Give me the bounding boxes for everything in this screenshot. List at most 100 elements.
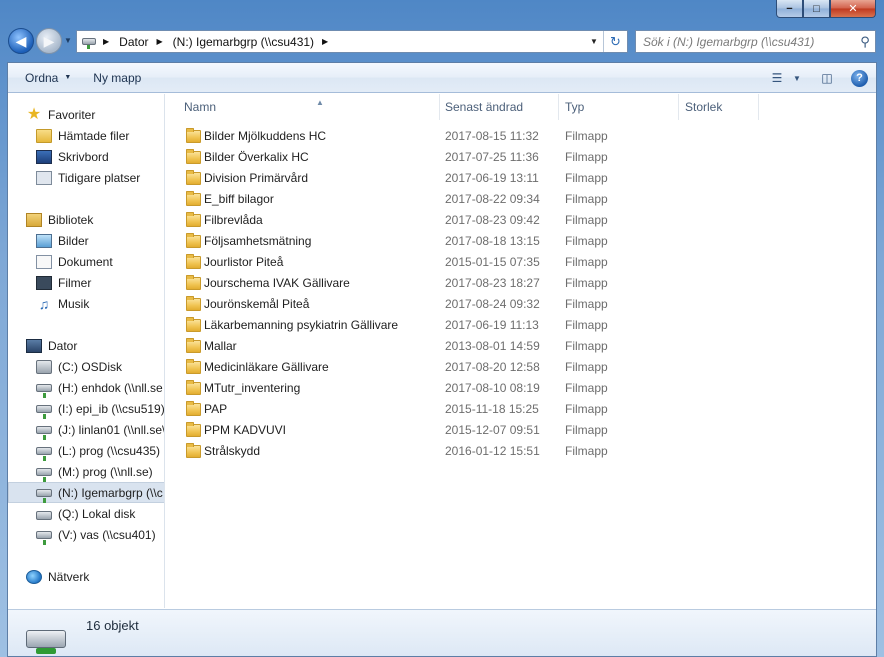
nav-item-desktop[interactable]: Skrivbord xyxy=(36,146,164,167)
star-icon: ★ xyxy=(26,105,42,123)
view-options-dropdown-icon[interactable]: ▼ xyxy=(789,67,805,89)
nav-label: Bilder xyxy=(58,233,89,248)
column-header-size[interactable]: Storlek xyxy=(679,94,759,120)
column-header-type[interactable]: Typ xyxy=(559,94,679,120)
nav-item-drive-q[interactable]: (Q:) Lokal disk xyxy=(36,503,164,524)
item-count: 16 objekt xyxy=(86,618,139,633)
search-input[interactable] xyxy=(636,31,855,52)
preview-pane-icon[interactable]: ◫ xyxy=(815,67,839,89)
file-row[interactable]: E_biff bilagor 2017-08-22 09:34 Filmapp xyxy=(166,189,876,210)
file-modified: 2017-08-22 09:34 xyxy=(445,192,540,206)
organize-label: Ordna xyxy=(25,70,59,85)
file-row[interactable]: Medicinläkare Gällivare 2017-08-20 12:58 F… xyxy=(166,357,876,378)
view-options-icon[interactable]: ☰ xyxy=(765,67,789,89)
folder-icon xyxy=(186,149,201,164)
nav-item-drive-v[interactable]: (V:) vas (\\csu401) xyxy=(36,524,164,545)
back-button[interactable]: ◀ xyxy=(8,28,34,54)
nav-item-downloads[interactable]: Hämtade filer xyxy=(36,125,164,146)
breadcrumb-separator-icon[interactable]: ▶ xyxy=(99,37,115,46)
help-icon[interactable]: ? xyxy=(851,69,868,87)
file-row[interactable]: Följsamhetsmätning 2017-08-18 13:15 Filmap… xyxy=(166,231,876,252)
nav-item-drive-h[interactable]: (H:) enhdok (\\nll.se xyxy=(36,377,164,398)
videos-icon xyxy=(36,275,52,290)
organize-button[interactable]: Ordna ▼ xyxy=(16,63,80,93)
breadcrumb-separator-icon[interactable]: ▶ xyxy=(153,37,169,46)
new-folder-button[interactable]: Ny mapp xyxy=(84,63,150,93)
minimize-button[interactable]: − xyxy=(776,0,803,18)
nav-favorites[interactable]: ★ Favoriter xyxy=(26,104,164,125)
network-drive-icon xyxy=(36,488,52,503)
refresh-icon[interactable]: ↻ xyxy=(603,31,627,52)
maximize-button[interactable]: □ xyxy=(803,0,830,18)
file-row[interactable]: Division Primärvård 2017-06-19 13:11 Filma… xyxy=(166,168,876,189)
nav-item-drive-c[interactable]: (C:) OSDisk xyxy=(36,356,164,377)
file-row[interactable]: PPM KADVUVI 2015-12-07 09:51 Filmapp xyxy=(166,420,876,441)
nav-item-drive-n[interactable]: (N:) Igemarbgrp (\\c xyxy=(8,482,164,503)
search-box[interactable]: ⚲ xyxy=(635,30,876,53)
file-name: PAP xyxy=(204,402,228,416)
file-modified: 2017-08-24 09:32 xyxy=(445,297,540,311)
address-bar[interactable]: ▶ Dator ▶ (N:) Igemarbgrp (\\csu431) ▶ ▼… xyxy=(76,30,628,53)
file-modified: 2016-01-12 15:51 xyxy=(445,444,540,458)
nav-libraries[interactable]: Bibliotek xyxy=(26,209,164,230)
computer-icon xyxy=(26,338,42,353)
network-drive-icon xyxy=(36,404,52,419)
file-modified: 2015-12-07 09:51 xyxy=(445,423,540,437)
network-drive-icon xyxy=(36,383,52,398)
file-row[interactable]: Jourlistor Piteå 2015-01-15 07:35 Filmapp xyxy=(166,252,876,273)
nav-item-documents[interactable]: Dokument xyxy=(36,251,164,272)
nav-item-music[interactable]: ♫ Musik xyxy=(36,293,164,314)
file-type: Filmapp xyxy=(565,234,608,248)
file-row[interactable]: Strålskydd 2016-01-12 15:51 Filmapp xyxy=(166,441,876,462)
nav-item-drive-i[interactable]: (I:) epi_ib (\\csu519) xyxy=(36,398,164,419)
folder-icon xyxy=(186,422,201,437)
search-icon[interactable]: ⚲ xyxy=(855,34,875,50)
breadcrumb-separator-icon[interactable]: ▶ xyxy=(318,37,334,46)
file-modified: 2017-08-23 18:27 xyxy=(445,276,540,290)
file-row[interactable]: Mallar 2013-08-01 14:59 Filmapp xyxy=(166,336,876,357)
folder-icon xyxy=(186,170,201,185)
file-modified: 2017-08-18 13:15 xyxy=(445,234,540,248)
nav-computer[interactable]: Dator xyxy=(26,335,164,356)
nav-item-drive-m[interactable]: (M:) prog (\\nll.se) xyxy=(36,461,164,482)
close-button[interactable]: ✕ xyxy=(830,0,876,18)
column-header-modified[interactable]: Senast ändrad xyxy=(439,94,559,120)
column-header-name[interactable]: Namn ▲ xyxy=(178,94,440,120)
file-type: Filmapp xyxy=(565,423,608,437)
file-row[interactable]: Jourschema IVAK Gällivare 2017-08-23 18:2… xyxy=(166,273,876,294)
address-dropdown-icon[interactable]: ▼ xyxy=(585,37,603,46)
folder-icon xyxy=(186,401,201,416)
forward-button[interactable]: ▶ xyxy=(36,28,62,54)
file-row[interactable]: Jourönskemål Piteå 2017-08-24 09:32 Filmap… xyxy=(166,294,876,315)
file-modified: 2017-08-15 11:32 xyxy=(445,129,539,143)
nav-item-drive-j[interactable]: (J:) linlan01 (\\nll.se\ xyxy=(36,419,164,440)
network-drive-icon xyxy=(81,36,99,49)
file-row[interactable]: Bilder Överkalix HC 2017-07-25 11:36 Filma… xyxy=(166,147,876,168)
file-row[interactable]: PAP 2015-11-18 15:25 Filmapp xyxy=(166,399,876,420)
recent-pages-dropdown[interactable]: ▼ xyxy=(64,36,72,45)
folder-icon xyxy=(186,233,201,248)
breadcrumb-current-drive[interactable]: (N:) Igemarbgrp (\\csu431) xyxy=(169,35,318,49)
nav-item-drive-l[interactable]: (L:) prog (\\csu435) xyxy=(36,440,164,461)
navigation-pane: ★ Favoriter Hämtade filer Skrivbord Tidi… xyxy=(8,94,165,608)
breadcrumb-computer[interactable]: Dator xyxy=(115,35,152,49)
nav-label: (L:) prog (\\csu435) xyxy=(58,443,161,458)
nav-label: (M:) prog (\\nll.se) xyxy=(58,464,153,479)
file-row[interactable]: Bilder Mjölkuddens HC 2017-08-15 11:32 Fil… xyxy=(166,126,876,147)
file-modified: 2017-08-20 12:58 xyxy=(445,360,540,374)
folder-icon xyxy=(186,275,201,290)
recent-places-icon xyxy=(36,170,52,185)
nav-item-videos[interactable]: Filmer xyxy=(36,272,164,293)
file-row[interactable]: MTutr_inventering 2017-08-10 08:19 Filmapp xyxy=(166,378,876,399)
file-type: Filmapp xyxy=(565,402,608,416)
nav-item-recent-places[interactable]: Tidigare platser xyxy=(36,167,164,188)
folder-icon xyxy=(186,191,201,206)
file-row[interactable]: Läkarbemanning psykiatrin Gällivare 2017-… xyxy=(166,315,876,336)
file-name: Medicinläkare Gällivare xyxy=(204,360,329,374)
file-name: Filbrevlåda xyxy=(204,213,263,227)
command-bar: Ordna ▼ Ny mapp ☰ ▼ ◫ ? xyxy=(8,63,876,93)
file-row[interactable]: Filbrevlåda 2017-08-23 09:42 Filmapp xyxy=(166,210,876,231)
folder-icon xyxy=(186,317,201,332)
nav-network[interactable]: Nätverk xyxy=(26,566,164,587)
nav-item-pictures[interactable]: Bilder xyxy=(36,230,164,251)
